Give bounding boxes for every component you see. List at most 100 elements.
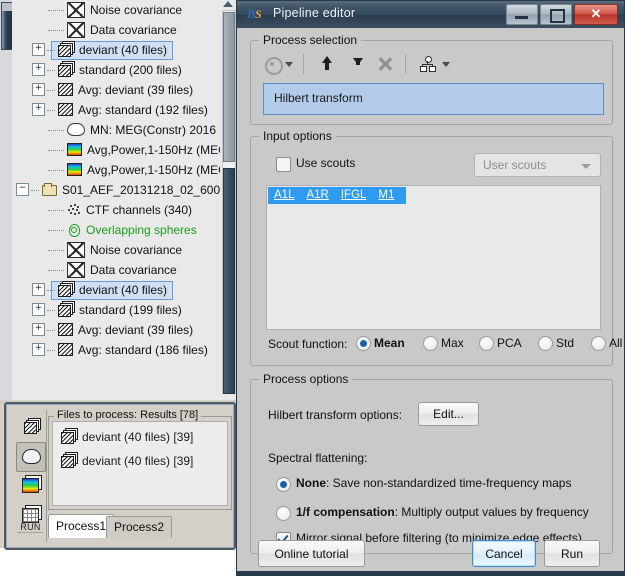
outer-vertical-scrollbar[interactable] xyxy=(0,0,12,400)
selected-process-item[interactable]: Hilbert transform xyxy=(263,83,604,115)
tree-item[interactable]: Data covariance xyxy=(48,260,90,280)
tree-item[interactable]: Avg,Power,1-150Hz (MEG) | xyxy=(48,160,87,180)
scouts-atlas-dropdown[interactable]: User scouts xyxy=(474,153,601,177)
tree-item-label: S01_AEF_20131218_02_600Hz_ xyxy=(62,180,220,200)
tree-item[interactable]: MN: MEG(Constr) 2016 xyxy=(48,120,90,140)
tree-connector xyxy=(48,130,64,132)
scout-function-radio-pca[interactable] xyxy=(479,336,494,351)
tree-item-label: standard (200 files) xyxy=(79,60,182,80)
trial-stack-icon xyxy=(61,432,74,444)
trial-stack-icon xyxy=(58,65,71,77)
tree-expander[interactable]: + xyxy=(32,63,45,76)
maximize-icon xyxy=(550,9,565,23)
maximize-button[interactable] xyxy=(540,4,572,25)
scout-name: A1R xyxy=(306,187,328,204)
tree-vertical-scrollbar[interactable] xyxy=(220,0,236,400)
process-tabs[interactable]: Process1Process2 xyxy=(48,512,234,538)
run-label[interactable]: RUN xyxy=(17,520,44,534)
tree-item[interactable]: +standard (200 files) xyxy=(32,60,79,80)
dialog-titlebar[interactable]: BS Pipeline editor ✕ xyxy=(237,1,624,29)
tree-expander[interactable]: + xyxy=(32,323,45,336)
tree-item[interactable]: Noise covariance xyxy=(48,0,90,20)
online-tutorial-button[interactable]: Online tutorial xyxy=(258,540,365,567)
tree-connector xyxy=(48,150,64,152)
tree-expander[interactable]: + xyxy=(32,103,45,116)
tree-item[interactable]: CTF channels (340) xyxy=(48,200,86,220)
tree-scroll-thumb-upper[interactable] xyxy=(223,12,235,162)
tree-connector xyxy=(48,230,64,232)
scout-function-radio-all[interactable] xyxy=(591,336,606,351)
scout-function-radio-mean[interactable] xyxy=(356,336,371,351)
flattening-none-label: None: Save non-standardized time-frequen… xyxy=(296,476,571,490)
toolbar-button-sources[interactable] xyxy=(16,442,46,472)
tree-expander[interactable]: + xyxy=(32,303,45,316)
tree-item[interactable]: Overlapping spheres xyxy=(48,220,86,240)
tree-connector xyxy=(31,190,39,192)
tree-scroll-thumb-lower[interactable] xyxy=(223,168,235,394)
input-options-group: Input options Use scouts User scouts A1L… xyxy=(250,136,613,366)
files-list[interactable]: deviant (40 files) [39] deviant (40 files… xyxy=(52,421,228,506)
dialog-title: Pipeline editor xyxy=(273,6,355,20)
scout-function-radio-max[interactable] xyxy=(423,336,438,351)
selected-process-label: Hilbert transform xyxy=(274,91,363,105)
database-tree[interactable]: Noise covarianceData covariance+deviant … xyxy=(12,0,220,400)
process-selection-group: Process selection xyxy=(250,40,613,125)
waveform-icon xyxy=(58,83,73,96)
scout-name: IFGL xyxy=(341,187,367,204)
scout-function-label-pca: PCA xyxy=(497,336,522,350)
tree-connector xyxy=(48,250,64,252)
tree-item[interactable]: +deviant (40 files) xyxy=(32,280,79,300)
tree-item[interactable]: +standard (199 files) xyxy=(32,300,79,320)
scouts-listbox[interactable]: A1LA1RIFGLM1 xyxy=(266,185,601,330)
list-item[interactable]: deviant (40 files) [39] xyxy=(61,452,193,470)
cortex-icon xyxy=(22,449,41,464)
scouts-selected-row[interactable]: A1LA1RIFGLM1 xyxy=(268,187,406,204)
tree-item[interactable]: +Avg: deviant (39 files) xyxy=(32,320,78,340)
tree-item-label: Avg: standard (192 files) xyxy=(78,100,208,120)
tree-expander[interactable]: + xyxy=(32,343,45,356)
list-item-label: deviant (40 files) [39] xyxy=(82,454,193,468)
tree-item-label: Avg: deviant (39 files) xyxy=(78,320,193,340)
tab-process2[interactable]: Process2 xyxy=(106,516,172,538)
process-options-group: Process options Hilbert transform option… xyxy=(250,379,613,554)
tree-item-label: Data covariance xyxy=(90,260,177,280)
scroll-up-arrow-icon[interactable] xyxy=(223,1,233,7)
pipeline-editor-dialog: BS Pipeline editor ✕ Process selection xyxy=(236,0,625,576)
tree-expander[interactable]: + xyxy=(32,43,45,56)
trial-stack-icon xyxy=(58,45,71,57)
tree-expander[interactable]: + xyxy=(32,283,45,296)
tree-item[interactable]: Noise covariance xyxy=(48,240,90,260)
tree-item-label: Avg,Power,1-150Hz (MEG) | xyxy=(87,160,220,180)
list-item[interactable]: deviant (40 files) [39] xyxy=(61,428,193,446)
arrow-up-icon xyxy=(322,56,332,63)
tree-item[interactable]: +Avg: deviant (39 files) xyxy=(32,80,78,100)
chevron-down-icon xyxy=(442,62,450,67)
close-button[interactable]: ✕ xyxy=(574,4,618,25)
run-button[interactable]: Run xyxy=(544,540,600,567)
input-options-legend: Input options xyxy=(259,129,336,143)
edit-button[interactable]: Edit... xyxy=(418,402,479,426)
scout-function-label-std: Std xyxy=(556,336,574,350)
tree-expander[interactable]: − xyxy=(16,183,29,196)
scout-name: M1 xyxy=(378,187,394,204)
tree-item[interactable]: +Avg: standard (192 files) xyxy=(32,100,78,120)
tree-item-label: deviant (40 files) xyxy=(79,280,167,300)
tree-item[interactable]: +deviant (40 files) xyxy=(32,40,79,60)
tab-process1[interactable]: Process1 xyxy=(48,514,114,538)
cancel-button[interactable]: Cancel xyxy=(472,540,536,567)
tree-expander[interactable]: + xyxy=(32,83,45,96)
toolbar-button-recordings[interactable] xyxy=(16,412,46,442)
spectral-flattening-label: Spectral flattening: xyxy=(268,451,367,465)
tree-item[interactable]: Data covariance xyxy=(48,20,90,40)
tree-item-label: CTF channels (340) xyxy=(86,200,192,220)
minimize-button[interactable] xyxy=(506,4,538,25)
scout-function-radio-std[interactable] xyxy=(538,336,553,351)
tree-item[interactable]: +Avg: standard (186 files) xyxy=(32,340,78,360)
toolbar-button-timefreq[interactable] xyxy=(16,472,46,502)
flattening-none-radio[interactable] xyxy=(276,477,291,492)
use-scouts-checkbox[interactable] xyxy=(276,157,291,172)
head-model-icon xyxy=(67,224,81,236)
flattening-1f-radio[interactable] xyxy=(276,506,291,521)
tree-item[interactable]: Avg,Power,1-150Hz (MEG) xyxy=(48,140,87,160)
tree-item[interactable]: −S01_AEF_20131218_02_600Hz_ xyxy=(16,180,62,200)
